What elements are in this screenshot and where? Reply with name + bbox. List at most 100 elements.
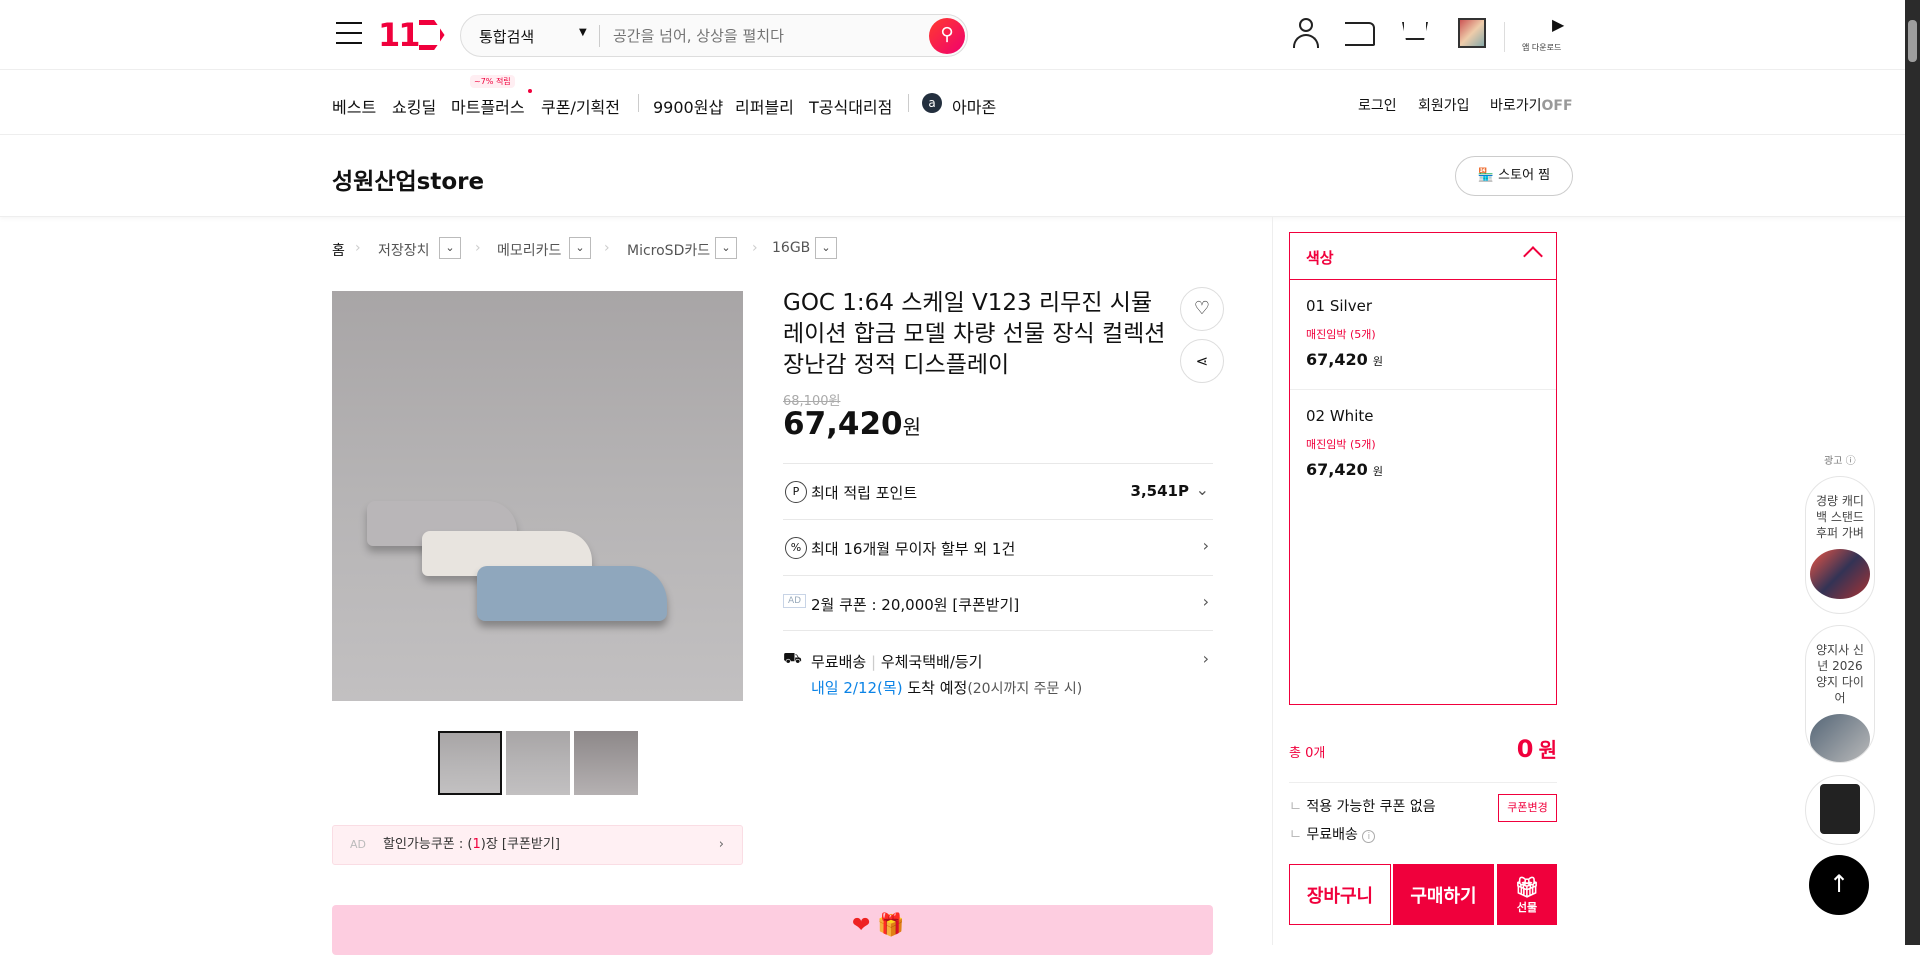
search-scope-select[interactable]: 통합검색 xyxy=(479,26,534,47)
amazon-icon: a xyxy=(922,93,942,113)
chevron-right-icon: › xyxy=(718,837,724,852)
coupon-row[interactable]: AD 2월 쿠폰 : 20,000원 [쿠폰받기] › xyxy=(783,575,1213,630)
chevron-right-icon: › xyxy=(1202,649,1209,668)
nav-t-official[interactable]: T공식대리점 xyxy=(809,94,892,118)
search-bar: 통합검색 ▼ ⚲ xyxy=(460,14,968,57)
scroll-top-button[interactable]: ↑ xyxy=(1809,855,1869,915)
breadcrumb-dropdown[interactable]: ⌄ xyxy=(439,237,461,259)
ad-tag: AD xyxy=(783,594,807,608)
total-count: 총 0개 xyxy=(1289,746,1326,761)
add-to-cart-button[interactable]: 장바구니 xyxy=(1289,864,1391,925)
option-header[interactable]: 색상 xyxy=(1290,233,1556,280)
chevron-up-icon xyxy=(1523,246,1543,266)
scrollbar[interactable] xyxy=(1905,0,1920,945)
search-button[interactable]: ⚲ xyxy=(929,18,965,54)
free-shipping-text: ㄴ 무료배송 i xyxy=(1289,824,1376,844)
info-icon[interactable]: i xyxy=(1362,830,1376,843)
thumbnail-3[interactable] xyxy=(574,731,638,795)
breadcrumb-16gb[interactable]: 16GB xyxy=(772,240,810,256)
nav-coupon[interactable]: 쿠폰/기획전 xyxy=(541,94,620,118)
login-link[interactable]: 로그인 xyxy=(1358,95,1397,115)
point-icon: P xyxy=(785,481,807,503)
coupon-bar-text: 할인가능쿠폰 : (1)장 [쿠폰받기] xyxy=(383,837,560,852)
chevron-down-icon: ⌄ xyxy=(1195,480,1209,499)
product-title: GOC 1:64 스케일 V123 리무진 시뮬레이션 합금 모델 차량 선물 … xyxy=(783,290,1166,378)
shipping-info: 무료배송 | 우체국택배/등기 xyxy=(811,653,983,671)
coupon-change-button[interactable]: 쿠폰변경 xyxy=(1498,794,1557,822)
breadcrumb-dropdown[interactable]: ⌄ xyxy=(715,237,737,259)
thumbnail-2[interactable] xyxy=(506,731,570,795)
ad-tag: AD xyxy=(350,838,366,851)
sale-price: 67,420원 xyxy=(783,406,922,442)
points-row[interactable]: P 최대 적립 포인트 3,541P ⌄ xyxy=(783,463,1213,519)
chevron-right-icon: › xyxy=(1202,536,1209,555)
points-value: 3,541P xyxy=(1130,482,1189,500)
points-label: 최대 적립 포인트 xyxy=(811,484,918,502)
thumbnail-1[interactable] xyxy=(438,731,502,795)
logo[interactable]: 11 xyxy=(378,16,445,54)
shortcut-label: 바로가기 xyxy=(1490,98,1542,114)
shipping-row[interactable]: ⛟ 무료배송 | 우체국택배/등기 내일 2/12(목) 도착 예정(20시까지… xyxy=(783,630,1213,715)
ad-label: 광고 ⓘ xyxy=(1824,456,1856,467)
coupon-text: 2월 쿠폰 : 20,000원 [쿠폰받기] xyxy=(811,596,1020,614)
menu-icon[interactable] xyxy=(336,22,362,44)
wishlist-button[interactable]: ♡ xyxy=(1180,287,1224,331)
search-input[interactable] xyxy=(613,24,903,48)
mart-plus-badge: ~7% 적립 xyxy=(470,75,515,88)
store-follow-button[interactable]: 🏪 스토어 찜 xyxy=(1455,156,1573,196)
search-icon: ⚲ xyxy=(940,24,954,45)
breadcrumb-dropdown[interactable]: ⌄ xyxy=(815,237,837,259)
promo-banner[interactable]: ❤ 🎁 xyxy=(332,905,1213,955)
percent-icon: % xyxy=(785,537,807,559)
cart-icon[interactable] xyxy=(1402,22,1428,40)
total-price: 0 원 xyxy=(1516,735,1557,763)
share-icon: ⋖ xyxy=(1195,352,1209,370)
header: 11 통합검색 ▼ ⚲ ▶ 앱 다운로드 xyxy=(0,0,1905,70)
gift-button[interactable]: 🎁︎ 선물 xyxy=(1497,864,1557,925)
store-bar xyxy=(0,135,1905,217)
gift-icon: 🎁︎ xyxy=(1514,874,1540,899)
new-dot xyxy=(528,89,532,93)
breadcrumb-dropdown[interactable]: ⌄ xyxy=(569,237,591,259)
installment-row[interactable]: % 최대 16개월 무이자 할부 외 1건 › xyxy=(783,519,1213,575)
buy-now-button[interactable]: 구매하기 xyxy=(1393,864,1494,925)
discount-coupon-bar[interactable]: AD 할인가능쿠폰 : (1)장 [쿠폰받기] › xyxy=(332,825,743,865)
heart-icon: ♡ xyxy=(1193,298,1211,319)
nav-shocking-deal[interactable]: 쇼킹딜 xyxy=(392,94,436,118)
arrow-up-icon: ↑ xyxy=(1828,870,1850,898)
breadcrumb-storage[interactable]: 저장장치 xyxy=(378,240,430,260)
store-heart-icon: 🏪 xyxy=(1477,168,1499,183)
my-page-icon[interactable] xyxy=(1292,18,1320,48)
caret-down-icon[interactable]: ▼ xyxy=(579,27,587,38)
nav-refurbly[interactable]: 리퍼블리 xyxy=(735,94,794,118)
arrival-info: 내일 2/12(목) 도착 예정(20시까지 주문 시) xyxy=(811,679,1083,697)
truck-icon: ⛟ xyxy=(783,649,802,667)
side-ad-item[interactable]: 경량 캐디백 스탠드 후퍼 가벼 xyxy=(1805,476,1875,614)
side-ad-item[interactable] xyxy=(1805,775,1875,845)
option-item[interactable]: 02 White 매진임박 (5개) 67,420 원 xyxy=(1290,390,1556,500)
shortcut-toggle[interactable]: 바로가기OFF xyxy=(1490,95,1573,115)
breadcrumb-memory-card[interactable]: 메모리카드 xyxy=(497,240,561,260)
delivery-truck-icon[interactable] xyxy=(1345,22,1375,46)
product-main-image[interactable] xyxy=(332,291,743,701)
chevron-right-icon: › xyxy=(1202,592,1209,611)
breadcrumb-microsd[interactable]: MicroSD카드 xyxy=(627,240,710,260)
option-item[interactable]: 01 Silver 매진임박 (5개) 67,420 원 xyxy=(1290,280,1556,390)
option-title: 색상 xyxy=(1306,249,1334,267)
store-name[interactable]: 성원산업store xyxy=(332,162,484,196)
option-panel: 색상 01 Silver 매진임박 (5개) 67,420 원 02 White… xyxy=(1289,232,1557,705)
nav-9900[interactable]: 9900원샵 xyxy=(653,94,723,118)
nav-amazon[interactable]: 아마존 xyxy=(952,94,996,118)
shortcut-state: OFF xyxy=(1541,98,1573,114)
app-download-link[interactable]: 앱 다운로드 xyxy=(1522,42,1561,53)
nav-best[interactable]: 베스트 xyxy=(332,94,376,118)
share-button[interactable]: ⋖ xyxy=(1180,339,1224,383)
side-ad-item[interactable]: 양지사 신년 2026 양지 다이어 xyxy=(1805,625,1875,763)
breadcrumb-home[interactable]: 홈 xyxy=(332,240,345,260)
store-follow-label: 스토어 찜 xyxy=(1498,168,1551,183)
signup-link[interactable]: 회원가입 xyxy=(1418,95,1470,115)
nav-mart-plus[interactable]: 마트플러스 xyxy=(451,94,525,118)
play-store-icon[interactable]: ▶ xyxy=(1552,15,1564,34)
recent-viewed-thumbnail[interactable] xyxy=(1458,18,1486,48)
coupon-none-text: ㄴ 적용 가능한 쿠폰 없음 xyxy=(1289,799,1436,815)
